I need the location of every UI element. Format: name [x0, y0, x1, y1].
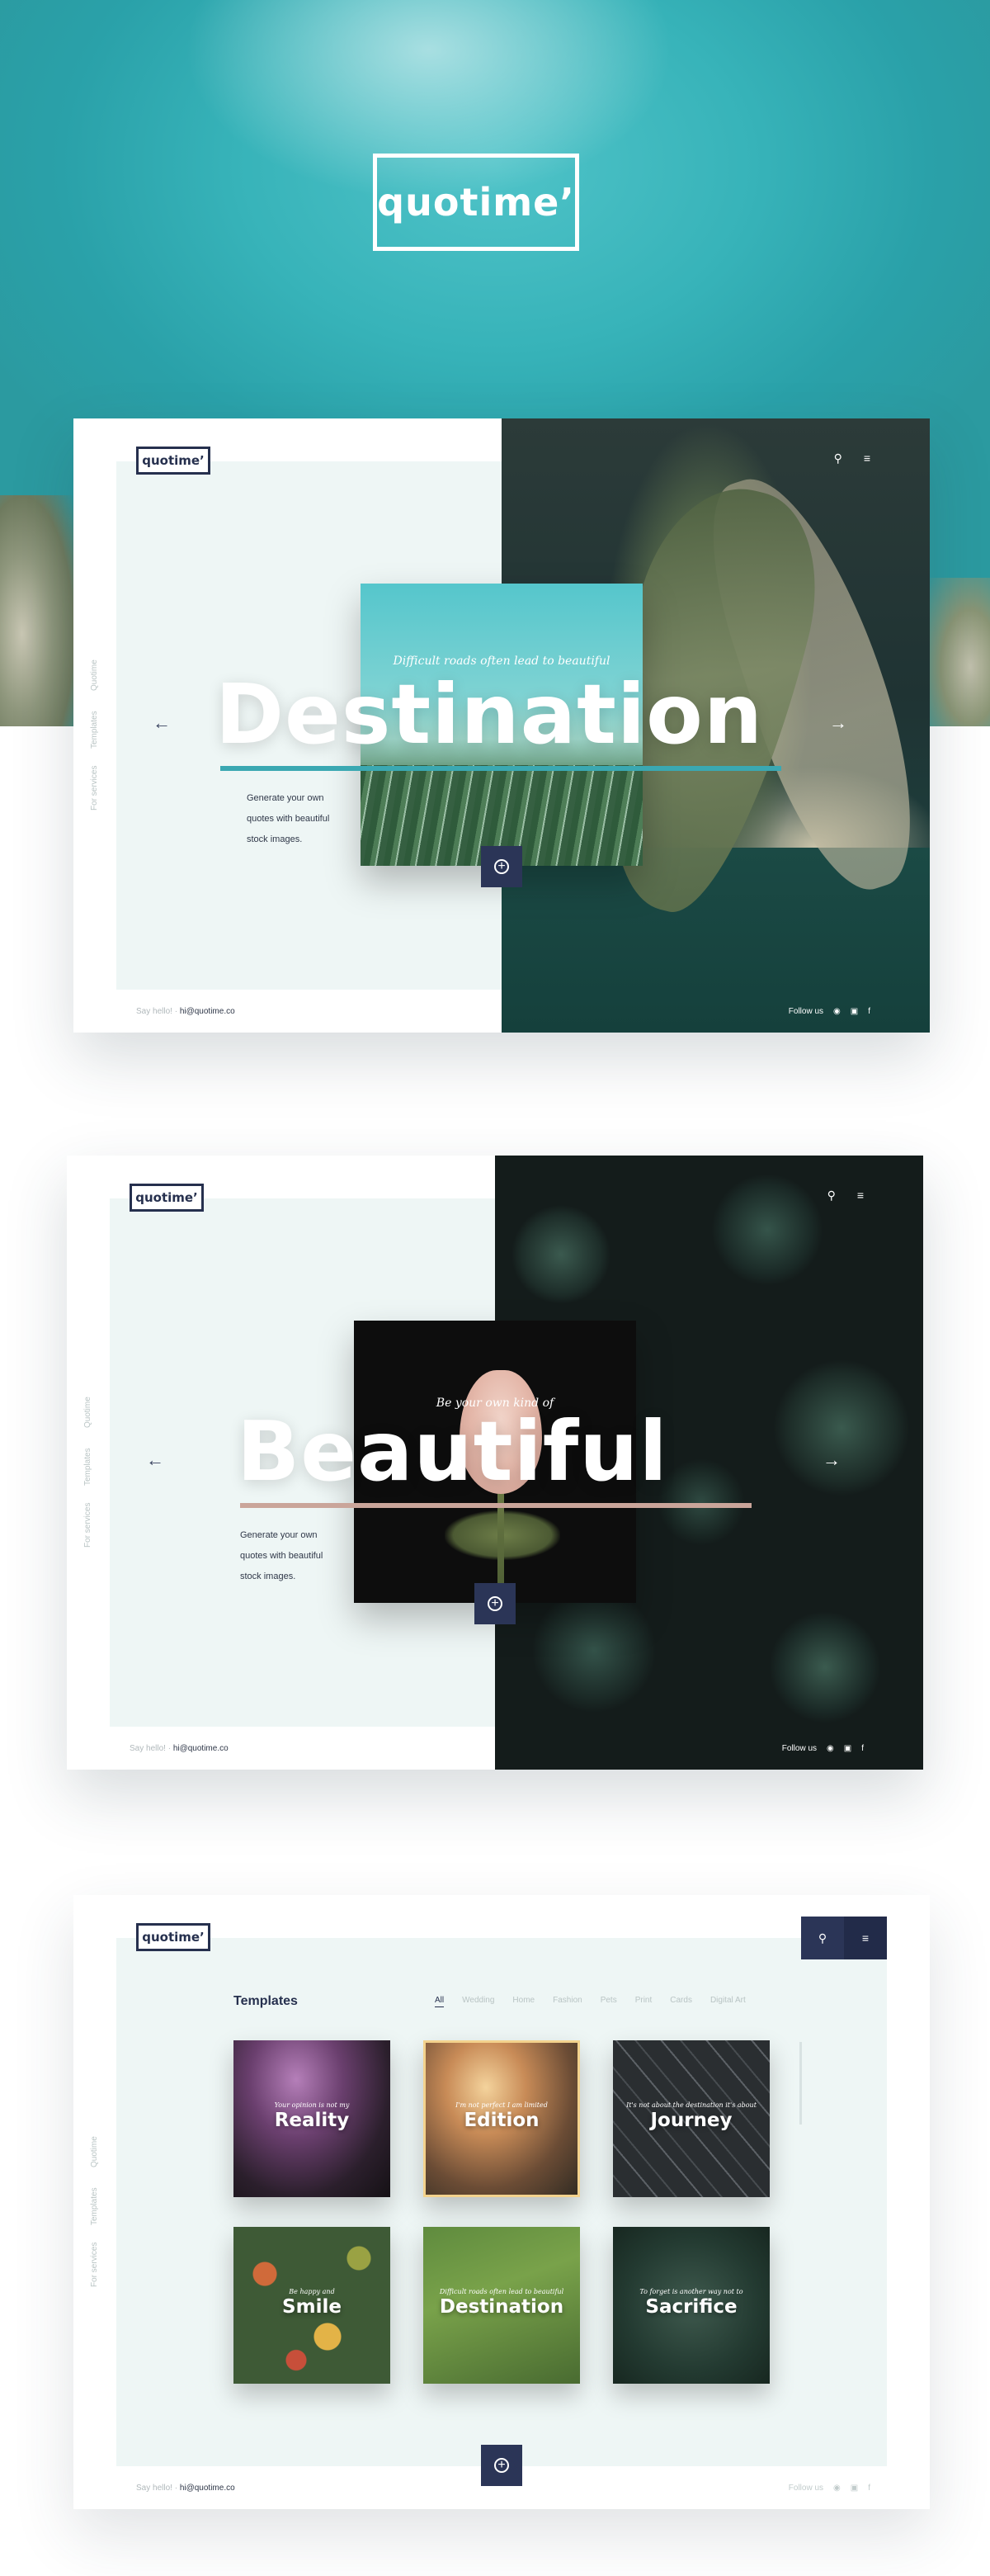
- plus-icon: +: [494, 859, 509, 874]
- filter-digital-art[interactable]: Digital Art: [710, 1996, 746, 2007]
- add-button[interactable]: +: [474, 1583, 516, 1624]
- add-button[interactable]: +: [481, 846, 522, 887]
- templates-page: quotime’ ⚲ ≡ Quotime Templates For servi…: [73, 1895, 930, 2509]
- logo[interactable]: quotime’: [136, 447, 210, 475]
- facebook-icon[interactable]: f: [868, 2484, 870, 2493]
- hero-rocks-left: [0, 495, 74, 726]
- vertical-nav: Quotime Templates For services: [90, 659, 106, 856]
- hero-rocks-right: [924, 578, 990, 726]
- slide-beautiful: quotime’ Quotime Templates For services …: [67, 1156, 923, 1770]
- pinterest-icon[interactable]: ◉: [833, 2484, 841, 2493]
- arrow-right-icon[interactable]: →: [823, 1449, 841, 1471]
- template-tile[interactable]: To forget is another way not to Sacrific…: [613, 2227, 770, 2384]
- headline-word: Destination: [215, 666, 764, 763]
- nav-item-templates[interactable]: Templates: [90, 711, 99, 749]
- filter-fashion[interactable]: Fashion: [553, 1996, 582, 2007]
- template-tile[interactable]: It's not about the destination it's abou…: [613, 2040, 770, 2197]
- footer-social: Follow us ◉ ▣ f: [781, 1744, 864, 1753]
- menu-icon[interactable]: ≡: [864, 451, 870, 466]
- nav-item-quotime[interactable]: Quotime: [83, 1397, 92, 1428]
- nav-item-services[interactable]: For services: [90, 2243, 99, 2287]
- arrow-left-icon[interactable]: ←: [146, 1449, 164, 1471]
- filter-cards[interactable]: Cards: [670, 1996, 692, 2007]
- nav-item-templates[interactable]: Templates: [83, 1448, 92, 1486]
- headline-underline: [240, 1503, 752, 1508]
- tagline: Generate your own quotes with beautiful …: [240, 1530, 323, 1581]
- section-title: Templates: [233, 1994, 298, 2008]
- templates-panel: [116, 1938, 887, 2466]
- filter-home[interactable]: Home: [512, 1996, 535, 2007]
- top-icons: ⚲ ≡: [827, 1189, 864, 1203]
- filter-all[interactable]: All: [435, 1996, 445, 2007]
- instagram-icon[interactable]: ▣: [851, 2484, 858, 2493]
- search-icon[interactable]: ⚲: [801, 1917, 844, 1959]
- search-icon[interactable]: ⚲: [827, 1189, 836, 1203]
- email-link[interactable]: hi@quotime.co: [173, 1744, 229, 1753]
- menu-icon[interactable]: ≡: [844, 1917, 887, 1959]
- footer-social: Follow us ◉ ▣ f: [788, 1007, 870, 1016]
- footer-contact: Say hello! · hi@quotime.co: [136, 2484, 235, 2493]
- hero-logo: quotime’: [373, 154, 579, 251]
- instagram-icon[interactable]: ▣: [851, 1007, 858, 1016]
- nav-item-quotime[interactable]: Quotime: [90, 2136, 99, 2167]
- footer-contact: Say hello! · hi@quotime.co: [130, 1744, 229, 1753]
- footer-contact: Say hello! · hi@quotime.co: [136, 1007, 235, 1016]
- pinterest-icon[interactable]: ◉: [827, 1744, 834, 1753]
- email-link[interactable]: hi@quotime.co: [180, 1007, 235, 1016]
- tagline: Generate your own quotes with beautiful …: [247, 793, 330, 844]
- arrow-left-icon[interactable]: ←: [153, 712, 171, 734]
- nav-item-services[interactable]: For services: [90, 766, 99, 811]
- facebook-icon[interactable]: f: [861, 1744, 864, 1753]
- headline-word: Beautiful: [237, 1403, 668, 1500]
- scrollbar[interactable]: [799, 2042, 802, 2125]
- template-tile[interactable]: Your opinion is not my Reality: [233, 2040, 390, 2197]
- template-tile[interactable]: Difficult roads often lead to beautiful …: [423, 2227, 580, 2384]
- vertical-nav: Quotime Templates For services: [83, 1397, 100, 1593]
- search-icon[interactable]: ⚲: [834, 451, 842, 466]
- nav-item-templates[interactable]: Templates: [90, 2187, 99, 2225]
- pinterest-icon[interactable]: ◉: [833, 1007, 841, 1016]
- filter-tabs: All Wedding Home Fashion Pets Print Card…: [435, 1996, 746, 2007]
- email-link[interactable]: hi@quotime.co: [180, 2484, 235, 2493]
- filter-wedding[interactable]: Wedding: [462, 1996, 494, 2007]
- instagram-icon[interactable]: ▣: [844, 1744, 851, 1753]
- headline-underline: [220, 766, 781, 771]
- logo[interactable]: quotime’: [130, 1184, 204, 1212]
- filter-pets[interactable]: Pets: [601, 1996, 617, 2007]
- top-icons: ⚲ ≡: [834, 451, 870, 466]
- template-tile-selected[interactable]: I'm not perfect I am limited Edition: [423, 2040, 580, 2197]
- vertical-nav: Quotime Templates For services: [90, 2136, 106, 2333]
- nav-item-services[interactable]: For services: [83, 1503, 92, 1548]
- arrow-right-icon[interactable]: →: [829, 712, 847, 734]
- nav-item-quotime[interactable]: Quotime: [90, 659, 99, 691]
- footer-social: Follow us ◉ ▣ f: [788, 2484, 870, 2493]
- filter-print[interactable]: Print: [635, 1996, 653, 2007]
- top-buttons: ⚲ ≡: [801, 1917, 887, 1959]
- plus-icon: +: [488, 1596, 502, 1611]
- plus-icon: +: [494, 2458, 509, 2473]
- menu-icon[interactable]: ≡: [857, 1189, 864, 1203]
- slide-destination: quotime’ Quotime Templates For services …: [73, 418, 930, 1033]
- facebook-icon[interactable]: f: [868, 1007, 870, 1016]
- template-tile[interactable]: Be happy and Smile: [233, 2227, 390, 2384]
- add-button[interactable]: +: [481, 2445, 522, 2486]
- logo[interactable]: quotime’: [136, 1923, 210, 1951]
